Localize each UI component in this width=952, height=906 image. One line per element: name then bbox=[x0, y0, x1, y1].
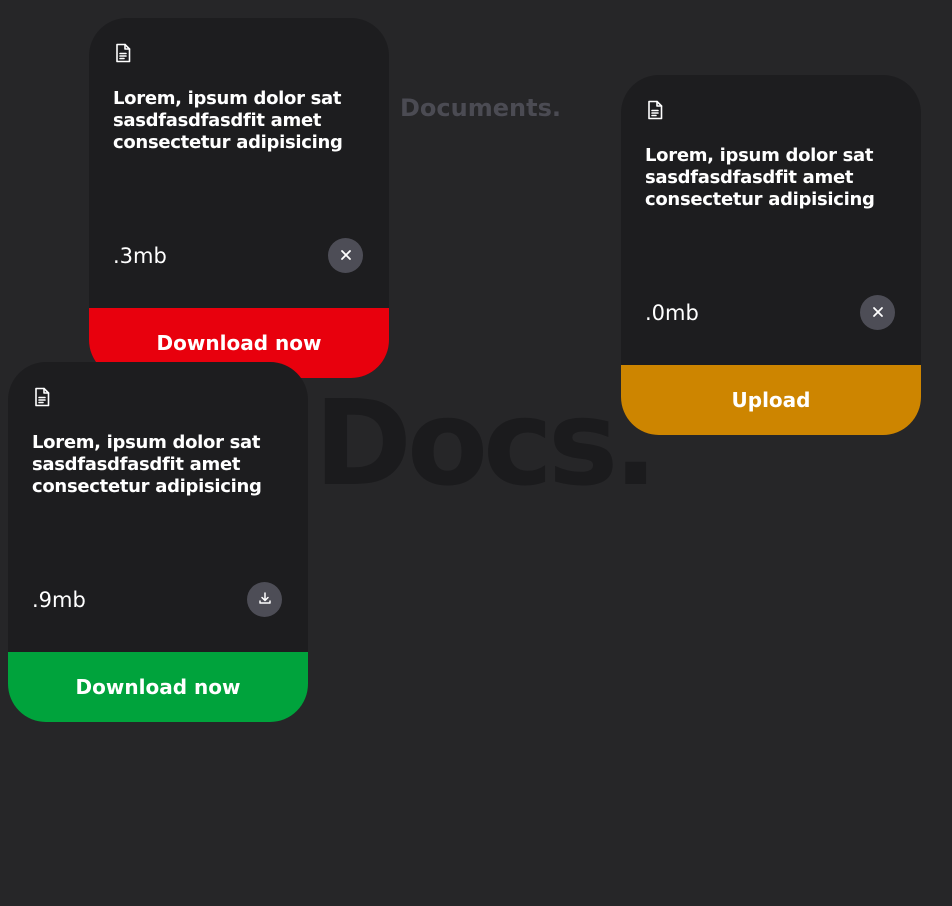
download-icon bbox=[258, 590, 272, 609]
close-button[interactable] bbox=[860, 295, 895, 330]
background-title: Docs. bbox=[314, 374, 658, 512]
document-title: Lorem, ipsum dolor sat sasdfasdfasdfit a… bbox=[645, 145, 875, 210]
file-size: .3mb bbox=[113, 244, 167, 268]
document-title: Lorem, ipsum dolor sat sasdfasdfasdfit a… bbox=[113, 88, 343, 153]
document-icon bbox=[114, 43, 132, 63]
upload-button[interactable]: Upload bbox=[621, 365, 921, 435]
document-card: Lorem, ipsum dolor sat sasdfasdfasdfit a… bbox=[89, 18, 389, 378]
document-icon bbox=[646, 100, 664, 120]
document-card: Lorem, ipsum dolor sat sasdfasdfasdfit a… bbox=[621, 75, 921, 435]
documents-subtitle: Documents. bbox=[400, 94, 561, 122]
close-icon bbox=[872, 303, 884, 322]
close-icon bbox=[340, 246, 352, 265]
document-title: Lorem, ipsum dolor sat sasdfasdfasdfit a… bbox=[32, 432, 262, 497]
download-now-button[interactable]: Download now bbox=[8, 652, 308, 722]
document-icon bbox=[33, 387, 51, 407]
close-button[interactable] bbox=[328, 238, 363, 273]
download-icon-button[interactable] bbox=[247, 582, 282, 617]
file-size: .9mb bbox=[32, 588, 86, 612]
document-card: Lorem, ipsum dolor sat sasdfasdfasdfit a… bbox=[8, 362, 308, 722]
file-size: .0mb bbox=[645, 301, 699, 325]
